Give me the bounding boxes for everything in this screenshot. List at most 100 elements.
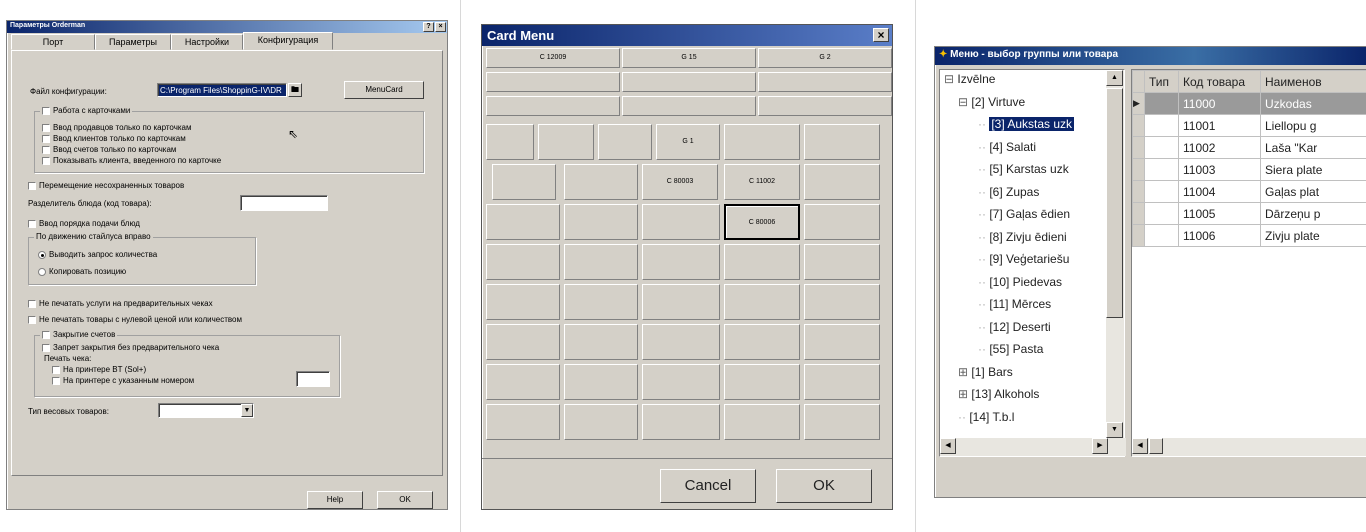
table-row[interactable]: 11003 Siera plate — [1132, 158, 1366, 181]
table-row[interactable]: 11002 Laša "Kar — [1132, 136, 1366, 159]
card-button-empty[interactable] — [804, 404, 880, 440]
card-button-c-80003[interactable]: C 80003 — [642, 164, 718, 200]
card-button-empty[interactable] — [804, 284, 880, 320]
card-button-empty[interactable] — [564, 204, 638, 240]
collapse-icon[interactable]: ⊟ — [958, 95, 971, 109]
card-button-c-11002[interactable]: C 11002 — [724, 164, 800, 200]
tree-item[interactable]: ·· [7] Gaļas ēdien — [978, 207, 1070, 221]
card-button-empty[interactable] — [486, 284, 560, 320]
tab-settings[interactable]: Настройки — [171, 34, 243, 50]
tab-port[interactable]: Порт — [11, 34, 95, 50]
close-bills-checkbox[interactable] — [42, 330, 50, 339]
grid-scroll-thumb[interactable] — [1149, 438, 1163, 454]
chevron-down-icon[interactable]: ▼ — [241, 404, 253, 417]
card-button-empty[interactable] — [598, 124, 652, 160]
card-button-empty[interactable] — [724, 124, 800, 160]
card-button-empty[interactable] — [804, 204, 880, 240]
card-button-empty[interactable] — [486, 244, 560, 280]
tab-configuration[interactable]: Конфигурация — [243, 32, 333, 50]
tree-item[interactable]: ·· [12] Deserti — [978, 320, 1051, 334]
card-button-empty[interactable] — [642, 324, 720, 360]
item-grid[interactable]: Тип Код товара Наименов ▶ 11000 Uzkodas 110… — [1131, 69, 1366, 457]
card-button-empty[interactable] — [804, 244, 880, 280]
no-print-zero-checkbox[interactable] — [28, 315, 36, 324]
weight-type-select[interactable]: ▼ — [158, 403, 254, 418]
card-button-empty[interactable] — [724, 284, 800, 320]
card-button-empty[interactable] — [486, 124, 534, 160]
tree-item[interactable]: ·· [14] T.b.l — [958, 410, 1014, 424]
card-button-empty[interactable] — [758, 72, 892, 92]
card-button-empty[interactable] — [564, 324, 638, 360]
dish-separator-input[interactable] — [240, 195, 328, 211]
tree-item[interactable]: ·· [5] Karstas uzk — [978, 162, 1069, 176]
help-title-button[interactable]: ? — [423, 22, 434, 32]
tree-item[interactable]: ⊟ Izvēlne — [944, 72, 995, 86]
card-button-empty[interactable] — [804, 124, 880, 160]
card-button-empty[interactable] — [564, 244, 638, 280]
card-button-empty[interactable] — [564, 404, 638, 440]
card-button-empty[interactable] — [622, 72, 756, 92]
table-row[interactable]: 11006 Zivju plate — [1132, 224, 1366, 247]
tree-item[interactable]: ·· [3] Aukstas uzk — [978, 117, 1075, 131]
dish-order-checkbox[interactable] — [28, 219, 36, 228]
tree-item[interactable]: ⊞ [13] Alkohols — [958, 387, 1039, 401]
card-button-empty[interactable] — [642, 364, 720, 400]
ok-button[interactable]: OK — [377, 491, 433, 509]
help-button[interactable]: Help — [307, 491, 363, 509]
scroll-down-icon[interactable]: ▼ — [1106, 422, 1123, 438]
card-button-empty[interactable] — [564, 284, 638, 320]
card-button-empty[interactable] — [804, 364, 880, 400]
card-button-c-80006[interactable]: C 80006 — [724, 204, 800, 240]
tree-item[interactable]: ·· [8] Zivju ēdieni — [978, 230, 1067, 244]
tree-item[interactable]: ·· [9] Veģetariešu — [978, 252, 1069, 266]
card-button-empty[interactable] — [724, 364, 800, 400]
card-button-empty[interactable] — [804, 324, 880, 360]
ok-button[interactable]: OK — [776, 469, 872, 503]
card-button-empty[interactable] — [642, 244, 720, 280]
grid-hscrollbar[interactable]: ◀ — [1132, 438, 1366, 456]
card-button-g-1[interactable]: G 1 — [656, 124, 720, 160]
browse-icon[interactable]: 🖿 — [288, 83, 302, 97]
tree-item[interactable]: ·· [55] Pasta — [978, 342, 1043, 356]
table-row[interactable]: 11001 Liellopu g — [1132, 114, 1366, 137]
menucard-button[interactable]: MenuCard — [344, 81, 424, 99]
col-name[interactable]: Наименов — [1260, 70, 1366, 93]
card-button-empty[interactable] — [564, 364, 638, 400]
scroll-right-icon[interactable]: ▶ — [1092, 438, 1108, 454]
card-button-g-2[interactable]: G 2 — [758, 48, 892, 68]
card-button-empty[interactable] — [724, 244, 800, 280]
printer-bt-checkbox[interactable] — [52, 365, 60, 374]
move-unsaved-checkbox[interactable] — [28, 181, 36, 190]
collapse-icon[interactable]: ⊟ — [944, 72, 957, 86]
scroll-left-icon[interactable]: ◀ — [940, 438, 956, 454]
scroll-up-icon[interactable]: ▲ — [1106, 70, 1123, 86]
tree-item[interactable]: ·· [4] Salati — [978, 140, 1036, 154]
table-row[interactable]: ▶ 11000 Uzkodas — [1132, 92, 1366, 115]
tree-item[interactable]: ⊞ [1] Bars — [958, 365, 1013, 379]
cards-bills-checkbox[interactable] — [42, 145, 50, 154]
tree-hscrollbar[interactable]: ◀ ▶ — [940, 438, 1126, 456]
tab-parameters[interactable]: Параметры — [95, 34, 171, 50]
scroll-left-icon[interactable]: ◀ — [1132, 438, 1148, 454]
table-row[interactable]: 11004 Gaļas plat — [1132, 180, 1366, 203]
card-button-empty[interactable] — [564, 164, 638, 200]
cards-sellers-checkbox[interactable] — [42, 123, 50, 132]
card-button-empty[interactable] — [642, 404, 720, 440]
card-button-empty[interactable] — [804, 164, 880, 200]
scroll-thumb[interactable] — [1106, 88, 1123, 318]
cards-checkbox[interactable] — [42, 106, 50, 115]
card-button-empty[interactable] — [622, 96, 756, 116]
card-button-empty[interactable] — [492, 164, 556, 200]
card-button-empty[interactable] — [724, 324, 800, 360]
card-button-g-15[interactable]: G 15 — [622, 48, 756, 68]
card-button-c-12009[interactable]: C 12009 — [486, 48, 620, 68]
card-button-empty[interactable] — [642, 284, 720, 320]
card-button-empty[interactable] — [486, 364, 560, 400]
cancel-button[interactable]: Cancel — [660, 469, 756, 503]
stylus-quantity-radio[interactable] — [38, 250, 46, 259]
stylus-copy-radio[interactable] — [38, 267, 46, 276]
close-icon[interactable]: × — [435, 22, 446, 32]
tree-item[interactable]: ·· [10] Piedevas — [978, 275, 1062, 289]
tree-item[interactable]: ·· [11] Mērces — [978, 297, 1051, 311]
card-button-empty[interactable] — [486, 324, 560, 360]
